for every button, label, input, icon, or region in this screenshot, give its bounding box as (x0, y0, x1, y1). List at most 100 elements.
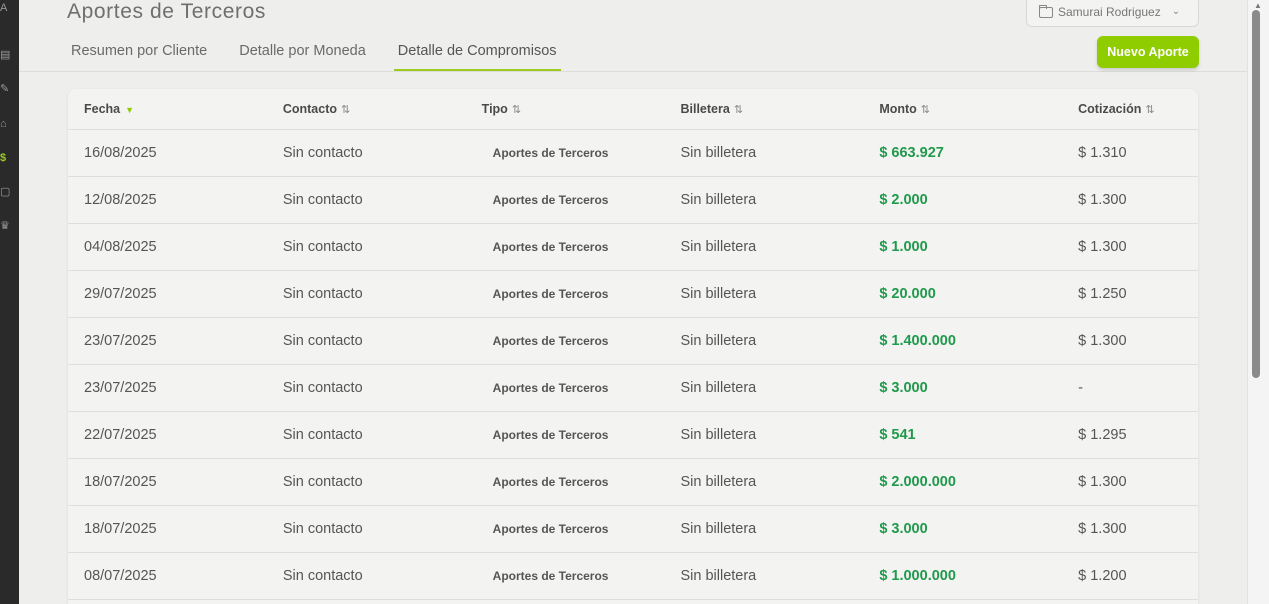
bell-icon[interactable]: ⌂ (0, 118, 10, 130)
cell-cotizacion: $ 1.295 (1078, 427, 1127, 443)
cell-contacto: Sin contacto (282, 239, 363, 255)
cell-tipo: Aportes de Terceros (492, 569, 609, 583)
cell-billetera: Sin billetera (680, 239, 757, 255)
compromisos-table: Fecha ▼ Contacto ⇅ Tipo ⇅ Billetera ⇅ Monto ⇅… (68, 89, 1198, 604)
cell-tipo: Aportes de Terceros (492, 522, 609, 536)
sort-icon: ⇅ (920, 104, 931, 116)
cell-tipo: Aportes de Terceros (492, 475, 609, 489)
cell-cotizacion: $ 1.200 (1078, 568, 1127, 584)
table-row[interactable]: 18/07/2025 Sin contacto Aportes de Tercero… (68, 506, 1198, 553)
sort-desc-icon: ▼ (125, 105, 135, 115)
cell-tipo: Aportes de Terceros (492, 146, 609, 160)
cell-cotizacion: $ 1.310 (1078, 145, 1127, 161)
table-row[interactable]: 29/07/2025 Sin contacto Aportes de Tercero… (68, 271, 1198, 318)
table-row[interactable]: 16/08/2025 Sin contacto Aportes de Tercero… (68, 130, 1198, 177)
cell-tipo: Aportes de Terceros (492, 193, 609, 207)
page-title: Aportes de Terceros (67, 0, 266, 23)
cell-billetera: Sin billetera (680, 474, 757, 490)
cell-monto: $ 1.000.000 (879, 568, 956, 584)
column-header-billetera[interactable]: Billetera ⇅ (664, 102, 863, 116)
tab-detalle-por-moneda[interactable]: Detalle por Moneda (235, 38, 370, 71)
cell-contacto: Sin contacto (282, 474, 363, 490)
sort-icon: ⇅ (1145, 104, 1155, 116)
table-row[interactable]: 23/07/2025 Sin contacto Aportes de Tercero… (68, 318, 1198, 365)
column-header-contacto[interactable]: Contacto ⇅ (267, 102, 466, 116)
cell-monto: $ 663.927 (879, 145, 944, 161)
cell-contacto: Sin contacto (282, 568, 363, 584)
logo-icon[interactable]: A (0, 2, 10, 14)
cell-cotizacion: $ 1.250 (1078, 286, 1127, 302)
cell-fecha: 08/07/2025 (84, 568, 157, 584)
workspace-label: Samurai Rodriguez (1058, 4, 1161, 19)
column-header-monto[interactable]: Monto ⇅ (863, 102, 1062, 116)
cell-tipo: Aportes de Terceros (492, 428, 609, 442)
page-scrollbar[interactable]: ▲ (1247, 0, 1269, 604)
scroll-up-arrow-icon[interactable]: ▲ (1254, 1, 1262, 10)
cell-billetera: Sin billetera (680, 333, 757, 349)
sort-icon: ⇅ (341, 104, 351, 116)
tab-bar: Resumen por Cliente Detalle por Moneda D… (67, 38, 585, 72)
pencil-icon[interactable]: ✎ (0, 83, 10, 95)
cell-tipo: Aportes de Terceros (492, 287, 609, 301)
column-header-fecha[interactable]: Fecha ▼ (68, 102, 267, 116)
dollar-icon[interactable]: $ (0, 152, 10, 164)
app-sidebar: A ▤ ✎ ⌂ $ ▢ ♛ (0, 0, 19, 604)
table-row[interactable]: 22/07/2025 Sin contacto Aportes de Tercero… (68, 412, 1198, 459)
column-header-tipo[interactable]: Tipo ⇅ (466, 102, 665, 116)
cell-contacto: Sin contacto (282, 333, 363, 349)
cell-fecha: 16/08/2025 (84, 145, 157, 161)
tab-detalle-de-compromisos[interactable]: Detalle de Compromisos (393, 38, 561, 71)
sort-icon: ⇅ (511, 104, 522, 116)
table-body: 16/08/2025 Sin contacto Aportes de Tercero… (68, 130, 1198, 600)
cell-fecha: 29/07/2025 (84, 286, 157, 302)
chevron-down-icon: ⌄ (1171, 6, 1181, 17)
cell-fecha: 18/07/2025 (84, 521, 157, 537)
cell-monto: $ 2.000 (879, 192, 928, 208)
cell-contacto: Sin contacto (282, 521, 363, 537)
folder-icon (1038, 4, 1053, 18)
cell-contacto: Sin contacto (282, 380, 363, 396)
cell-billetera: Sin billetera (680, 192, 757, 208)
cell-contacto: Sin contacto (282, 192, 363, 208)
cell-monto: $ 1.400.000 (879, 333, 956, 349)
table-row[interactable]: 04/08/2025 Sin contacto Aportes de Tercero… (68, 224, 1198, 271)
table-row[interactable]: 08/07/2025 Sin contacto Aportes de Tercero… (68, 553, 1198, 600)
cell-monto: $ 20.000 (879, 286, 936, 302)
building-icon[interactable]: ▤ (0, 49, 10, 61)
cell-contacto: Sin contacto (282, 286, 363, 302)
table-row[interactable]: 18/07/2025 Sin contacto Aportes de Tercero… (68, 459, 1198, 506)
tab-resumen-por-cliente[interactable]: Resumen por Cliente (67, 38, 211, 71)
cell-monto: $ 2.000.000 (879, 474, 956, 490)
cell-fecha: 23/07/2025 (84, 380, 157, 396)
cell-monto: $ 3.000 (879, 521, 928, 537)
cell-fecha: 22/07/2025 (84, 427, 157, 443)
cell-monto: $ 1.000 (879, 239, 928, 255)
cell-fecha: 23/07/2025 (84, 333, 157, 349)
cell-fecha: 18/07/2025 (84, 474, 157, 490)
cell-billetera: Sin billetera (680, 521, 757, 537)
cell-cotizacion: - (1078, 380, 1083, 396)
sort-icon: ⇅ (733, 104, 744, 116)
cell-fecha: 04/08/2025 (84, 239, 157, 255)
table-row[interactable]: 12/08/2025 Sin contacto Aportes de Tercero… (68, 177, 1198, 224)
table-row[interactable]: 23/07/2025 Sin contacto Aportes de Tercero… (68, 365, 1198, 412)
card-icon[interactable]: ▢ (0, 186, 10, 198)
cell-monto: $ 3.000 (879, 380, 928, 396)
tabs-divider (19, 71, 1247, 72)
main-content: Aportes de Terceros Samurai Rodriguez ⌄ … (19, 0, 1247, 604)
cell-tipo: Aportes de Terceros (492, 334, 609, 348)
column-header-cotizacion[interactable]: Cotización ⇅ (1062, 102, 1198, 116)
table-header: Fecha ▼ Contacto ⇅ Tipo ⇅ Billetera ⇅ Monto ⇅… (68, 89, 1198, 130)
cell-monto: $ 541 (879, 427, 916, 443)
nuevo-aporte-button[interactable]: Nuevo Aporte (1097, 36, 1199, 68)
scroll-thumb[interactable] (1252, 10, 1260, 378)
cell-cotizacion: $ 1.300 (1078, 474, 1127, 490)
crown-icon[interactable]: ♛ (0, 220, 10, 232)
cell-billetera: Sin billetera (680, 286, 757, 302)
cell-billetera: Sin billetera (680, 568, 757, 584)
cell-cotizacion: $ 1.300 (1078, 239, 1127, 255)
cell-billetera: Sin billetera (680, 427, 757, 443)
workspace-selector[interactable]: Samurai Rodriguez ⌄ (1026, 0, 1199, 27)
cell-contacto: Sin contacto (282, 427, 363, 443)
cell-cotizacion: $ 1.300 (1078, 521, 1127, 537)
